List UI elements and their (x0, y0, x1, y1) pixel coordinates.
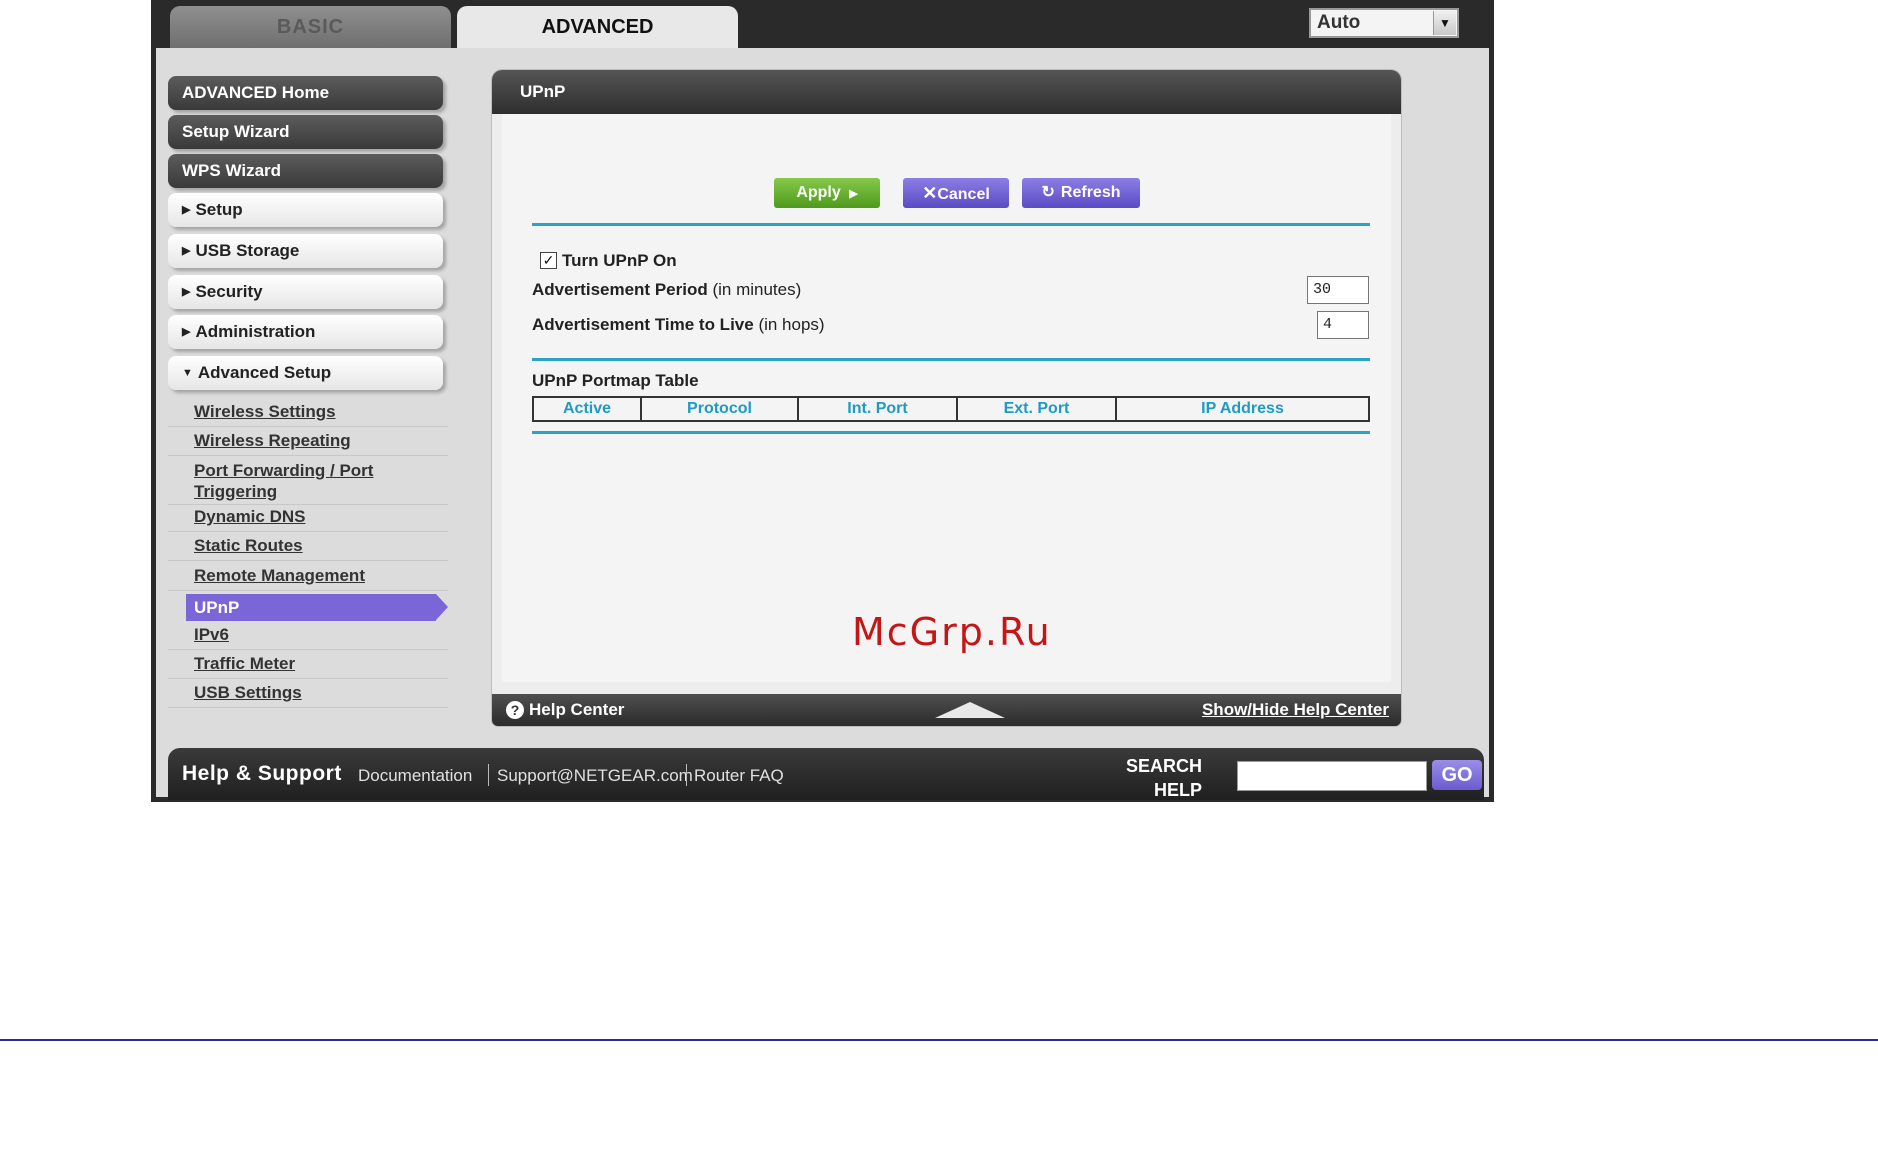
footer-separator (686, 764, 687, 786)
router-faq-link[interactable]: Router FAQ (694, 766, 784, 786)
sidebar-section-label: Security (195, 282, 263, 301)
upnp-on-label: Turn UPnP On (562, 251, 677, 270)
upnp-panel: UPnP Apply ▶ ✕Cancel ↻ Refresh ✓ Turn UPn… (492, 70, 1401, 726)
ad-period-title: Advertisement Period (532, 280, 708, 299)
portmap-table: Active Protocol Int. Port Ext. Port IP A… (532, 396, 1370, 422)
upnp-on-checkbox[interactable]: ✓ (540, 252, 557, 269)
ad-ttl-input[interactable]: 4 (1317, 311, 1369, 339)
search-label-line1: SEARCH (1126, 756, 1203, 776)
column-header-protocol: Protocol (640, 396, 799, 422)
search-help-label: SEARCH HELP (1126, 754, 1202, 802)
sidebar-item-port-forwarding[interactable]: Port Forwarding / Port Triggering (168, 460, 448, 505)
apply-button[interactable]: Apply ▶ (774, 178, 880, 208)
play-icon: ▶ (849, 188, 858, 200)
footer-separator (488, 764, 489, 786)
ad-period-label: Advertisement Period (in minutes) (532, 280, 801, 300)
tab-basic[interactable]: BASIC (170, 6, 451, 48)
portmap-title: UPnP Portmap Table (532, 371, 699, 390)
section-divider (532, 431, 1370, 434)
table-header-row: Active Protocol Int. Port Ext. Port IP A… (532, 396, 1370, 422)
documentation-link[interactable]: Documentation (358, 766, 472, 786)
sidebar-section-security[interactable]: ▶ Security (168, 275, 443, 309)
chevron-down-icon[interactable]: ▼ (1433, 11, 1456, 35)
column-header-int-port: Int. Port (797, 396, 958, 422)
sidebar-item-advanced-home[interactable]: ADVANCED Home (168, 76, 443, 110)
help-center-label: Help Center (529, 700, 625, 719)
search-label-line2: HELP (1154, 780, 1203, 800)
ad-ttl-unit: (in hops) (758, 315, 825, 334)
sidebar-section-setup[interactable]: ▶ Setup (168, 193, 443, 227)
content-area: ADVANCED Home Setup Wizard WPS Wizard ▶ S… (156, 48, 1489, 800)
sidebar-item-ipv6[interactable]: IPv6 (168, 624, 448, 650)
sidebar-section-label: Advanced Setup (197, 363, 332, 382)
triangle-right-icon: ▶ (182, 326, 191, 338)
tab-advanced[interactable]: ADVANCED (457, 6, 738, 48)
sidebar-item-static-routes[interactable]: Static Routes (168, 535, 448, 561)
language-select[interactable]: Auto ▼ (1309, 8, 1459, 38)
sidebar-section-advanced-setup[interactable]: ▼ Advanced Setup (168, 356, 443, 390)
cancel-button[interactable]: ✕Cancel (903, 178, 1009, 208)
triangle-right-icon: ▶ (182, 204, 191, 216)
watermark: McGrp.Ru (852, 610, 1052, 654)
refresh-button-label: Refresh (1060, 184, 1121, 201)
triangle-right-icon: ▶ (182, 245, 191, 257)
question-icon: ? (506, 701, 524, 719)
section-divider (532, 358, 1370, 361)
sidebar-item-wireless-repeating[interactable]: Wireless Repeating (168, 430, 448, 456)
ad-ttl-label: Advertisement Time to Live (in hops) (532, 315, 825, 335)
column-header-ip-address: IP Address (1115, 396, 1370, 422)
show-hide-help-link[interactable]: Show/Hide Help Center (1202, 700, 1389, 720)
triangle-right-icon: ▶ (182, 286, 191, 298)
help-support-footer: Help & Support Documentation Support@NET… (168, 748, 1484, 800)
sidebar-section-label: USB Storage (195, 241, 300, 260)
page-divider (0, 1039, 1878, 1041)
search-help-input[interactable] (1237, 761, 1427, 791)
sidebar-section-usb-storage[interactable]: ▶ USB Storage (168, 234, 443, 268)
sidebar-item-usb-settings[interactable]: USB Settings (168, 682, 448, 708)
support-email-link[interactable]: Support@NETGEAR.com (497, 766, 693, 786)
apply-button-label: Apply (796, 184, 841, 201)
close-icon: ✕ (922, 183, 938, 203)
ad-ttl-title: Advertisement Time to Live (532, 315, 754, 334)
column-header-active: Active (532, 396, 642, 422)
sidebar-item-traffic-meter[interactable]: Traffic Meter (168, 653, 448, 679)
sidebar-item-setup-wizard[interactable]: Setup Wizard (168, 115, 443, 149)
selected-pointer (436, 594, 448, 620)
triangle-up-icon[interactable] (935, 702, 1005, 718)
column-header-ext-port: Ext. Port (956, 396, 1117, 422)
cancel-button-label: Cancel (937, 186, 990, 203)
triangle-down-icon: ▼ (182, 367, 193, 379)
refresh-icon: ↻ (1041, 184, 1055, 201)
footer-title: Help & Support (182, 762, 342, 785)
language-select-value: Auto (1317, 12, 1361, 33)
sidebar-item-upnp[interactable]: UPnP (186, 594, 436, 621)
panel-body: Apply ▶ ✕Cancel ↻ Refresh ✓ Turn UPnP On … (502, 114, 1391, 682)
sidebar-item-wps-wizard[interactable]: WPS Wizard (168, 154, 443, 188)
sidebar-item-wireless-settings[interactable]: Wireless Settings (168, 401, 448, 427)
ad-period-input[interactable]: 30 (1307, 276, 1369, 304)
sidebar-section-label: Setup (195, 200, 243, 219)
section-divider (532, 223, 1370, 226)
sidebar-section-administration[interactable]: ▶ Administration (168, 315, 443, 349)
go-button[interactable]: GO (1432, 760, 1482, 790)
router-window: BASIC ADVANCED Auto ▼ ADVANCED Home Setu… (151, 0, 1494, 802)
refresh-button[interactable]: ↻ Refresh (1022, 178, 1140, 208)
sidebar-section-label: Administration (195, 322, 316, 341)
ad-period-unit: (in minutes) (712, 280, 802, 299)
panel-title: UPnP (492, 70, 1401, 114)
help-center-bar: ? Help Center Show/Hide Help Center (492, 694, 1401, 726)
sidebar-item-dynamic-dns[interactable]: Dynamic DNS (168, 506, 448, 532)
sidebar-item-remote-management[interactable]: Remote Management (168, 565, 448, 591)
